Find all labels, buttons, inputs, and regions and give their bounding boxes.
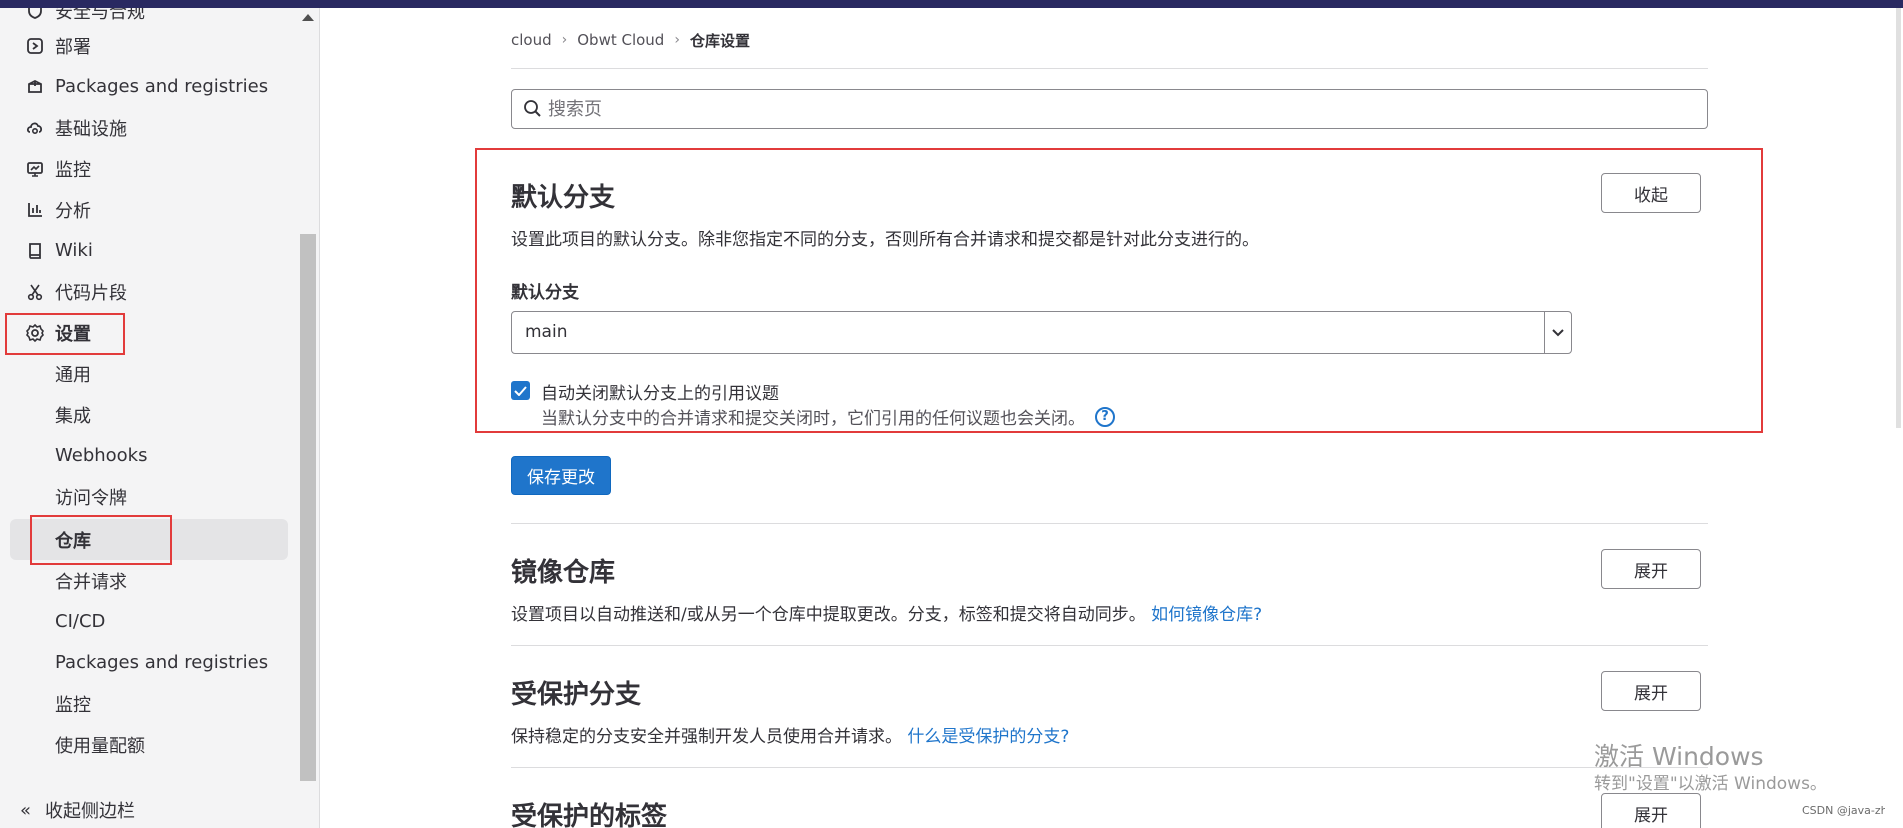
sidebar-subitem-general[interactable]: 通用 (0, 353, 300, 394)
sidebar-item-packages[interactable]: Packages and registries (0, 66, 300, 107)
expand-button-mirror[interactable]: 展开 (1601, 549, 1701, 589)
section-title-protected-branches: 受保护分支 (511, 680, 642, 710)
collapse-sidebar-button[interactable]: « 收起侧边栏 (0, 792, 300, 828)
sidebar-subitem-label: 监控 (55, 694, 91, 716)
sidebar-subitem-label: 合并请求 (55, 571, 127, 593)
mirror-description: 设置项目以自动推送和/或从另一个仓库中提取更改。分支，标签和提交将自动同步。 (511, 605, 1146, 625)
search-box[interactable] (511, 89, 1708, 129)
protected-branches-help-link[interactable]: 什么是受保护的分支? (907, 727, 1069, 747)
sidebar-subitem-label: Packages and registries (55, 652, 269, 673)
windows-activation-title: 激活 Windows (1594, 742, 1764, 771)
sidebar-subitem-label: 访问令牌 (55, 487, 127, 509)
chevron-down-icon[interactable] (1544, 312, 1571, 353)
sidebar-item-deploy[interactable]: 部署 (0, 25, 300, 66)
sidebar-subitem-merge-requests[interactable]: 合并请求 (0, 560, 300, 601)
breadcrumb-item[interactable]: Obwt Cloud (577, 31, 664, 49)
sidebar-subitem-webhooks[interactable]: Webhooks (0, 435, 300, 476)
shield-icon (24, 8, 46, 22)
sidebar-item-label: 安全与合规 (55, 8, 145, 23)
chevron-right-icon: › (561, 32, 568, 48)
sidebar-subitem-access-tokens[interactable]: 访问令牌 (0, 476, 300, 517)
scissors-icon (24, 281, 46, 303)
checkmark-icon (514, 385, 527, 396)
sidebar-subitem-packages[interactable]: Packages and registries (0, 642, 300, 683)
sidebar-item-wiki[interactable]: Wiki (0, 230, 300, 271)
sidebar-item-infrastructure[interactable]: 基础设施 (0, 107, 300, 148)
sidebar-item-label: 监控 (55, 159, 91, 181)
protected-branches-description: 保持稳定的分支安全并强制开发人员使用合并请求。 (511, 727, 902, 747)
field-label-default-branch: 默认分支 (511, 283, 579, 303)
sidebar-item-label: 代码片段 (55, 282, 127, 304)
section-description-mirror: 设置项目以自动推送和/或从另一个仓库中提取更改。分支，标签和提交将自动同步。 如… (511, 600, 1262, 625)
sidebar-subitem-monitor[interactable]: 监控 (0, 683, 300, 724)
cloud-gear-icon (24, 117, 46, 139)
checkbox-label[interactable]: 自动关闭默认分支上的引用议题 (541, 379, 779, 404)
checkbox-help-label: 当默认分支中的合并请求和提交关闭时，它们引用的任何议题也会关闭。 (541, 409, 1085, 429)
breadcrumb: cloud › Obwt Cloud › 仓库设置 (511, 28, 750, 52)
sidebar-subitem-integrations[interactable]: 集成 (0, 394, 300, 435)
auto-close-issues-checkbox[interactable] (511, 381, 530, 400)
collapse-sidebar-label: 收起侧边栏 (45, 801, 135, 822)
selected-branch: main (525, 322, 568, 342)
breadcrumb-item[interactable]: cloud (511, 31, 552, 49)
csdn-credit: CSDN @java-zh (1802, 804, 1888, 817)
checkbox-help-text: 当默认分支中的合并请求和提交关闭时，它们引用的任何议题也会关闭。 ? (541, 404, 1115, 429)
sidebar-subitem-label: 使用量配额 (55, 735, 145, 757)
sidebar-subitem-cicd[interactable]: CI/CD (0, 601, 300, 642)
save-changes-button[interactable]: 保存更改 (511, 456, 611, 495)
sidebar-scrollbar-thumb[interactable] (300, 234, 316, 781)
section-title-protected-tags: 受保护的标签 (511, 802, 668, 828)
sidebar-subitem-label: Webhooks (55, 445, 148, 466)
section-title-default-branch: 默认分支 (511, 183, 616, 213)
sidebar-item-label: 部署 (55, 36, 91, 58)
double-chevron-left-icon: « (20, 799, 32, 821)
sidebar-item-label: Wiki (55, 240, 93, 261)
expand-button-protected-branches[interactable]: 展开 (1601, 671, 1701, 711)
top-bar (0, 0, 1903, 8)
sidebar-item-label: 基础设施 (55, 118, 127, 140)
collapse-button[interactable]: 收起 (1601, 173, 1701, 213)
scroll-up-arrow-icon[interactable] (302, 14, 314, 21)
search-icon (523, 99, 543, 123)
question-circle-icon[interactable]: ? (1095, 406, 1115, 427)
package-icon (24, 76, 46, 98)
sidebar: 安全与合规 部署 Packages and registries 基础设施 监控… (0, 8, 320, 828)
sidebar-item-analytics[interactable]: 分析 (0, 189, 300, 230)
default-branch-select[interactable]: main (511, 311, 1572, 354)
sidebar-item-label: 分析 (55, 200, 91, 222)
search-input[interactable] (546, 94, 1696, 124)
deploy-icon (24, 35, 46, 57)
sidebar-item-monitor[interactable]: 监控 (0, 148, 300, 189)
main-scrollbar-thumb[interactable] (1896, 8, 1901, 428)
mirror-help-link[interactable]: 如何镜像仓库? (1151, 605, 1262, 625)
sidebar-subitem-label: 通用 (55, 364, 91, 386)
divider (511, 523, 1708, 524)
expand-button-protected-tags[interactable]: 展开 (1601, 793, 1701, 828)
section-description: 设置此项目的默认分支。除非您指定不同的分支，否则所有合并请求和提交都是针对此分支… (511, 230, 1259, 250)
chart-icon (24, 199, 46, 221)
sidebar-subitem-usage-quotas[interactable]: 使用量配额 (0, 724, 300, 765)
sidebar-subitem-label: 集成 (55, 405, 91, 427)
sidebar-item-snippets[interactable]: 代码片段 (0, 271, 300, 312)
chevron-right-icon: › (674, 32, 680, 48)
breadcrumb-current: 仓库设置 (689, 31, 750, 50)
divider (511, 767, 1708, 768)
section-description-protected-branches: 保持稳定的分支安全并强制开发人员使用合并请求。 什么是受保护的分支? (511, 722, 1069, 747)
windows-activation-subtitle: 转到"设置"以激活 Windows。 (1594, 774, 1827, 794)
divider (511, 645, 1708, 646)
highlight-box-repository (30, 515, 172, 565)
section-title-mirror: 镜像仓库 (511, 558, 616, 588)
divider (511, 68, 1708, 69)
book-icon (24, 240, 46, 262)
highlight-box-settings (5, 313, 125, 355)
sidebar-subitem-label: CI/CD (55, 611, 106, 632)
monitor-icon (24, 158, 46, 180)
sidebar-item-label: Packages and registries (55, 76, 269, 97)
